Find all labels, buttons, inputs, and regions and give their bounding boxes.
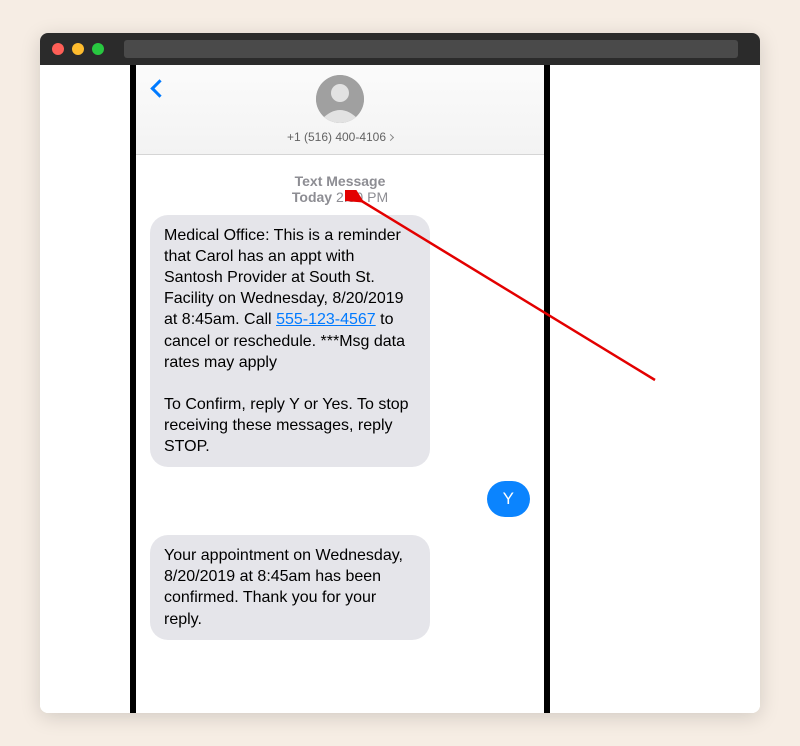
message-text: To Confirm, reply Y or Yes. To stop rece… (164, 396, 409, 455)
maximize-window-button[interactable] (92, 43, 104, 55)
incoming-message: Your appointment on Wednesday, 8/20/2019… (150, 535, 430, 639)
conversation-timestamp: Text Message Today 2:30 PM (136, 173, 544, 205)
outgoing-message-row: Y (150, 481, 530, 517)
contact-phone-number[interactable]: +1 (516) 400-4106 (287, 130, 393, 144)
content-area: +1 (516) 400-4106 Text Message Today 2:3… (40, 65, 760, 713)
phone-frame: +1 (516) 400-4106 Text Message Today 2:3… (130, 65, 550, 713)
window-titlebar (40, 33, 760, 65)
browser-window: +1 (516) 400-4106 Text Message Today 2:3… (40, 33, 760, 713)
person-icon (316, 75, 364, 123)
message-text: Your appointment on Wednesday, 8/20/2019… (164, 547, 403, 627)
traffic-lights (52, 43, 104, 55)
message-list: Medical Office: This is a reminder that … (136, 215, 544, 640)
close-window-button[interactable] (52, 43, 64, 55)
messages-header: +1 (516) 400-4106 (136, 65, 544, 155)
message-text: Y (503, 489, 514, 508)
minimize-window-button[interactable] (72, 43, 84, 55)
chevron-right-icon (387, 133, 394, 140)
incoming-message: Medical Office: This is a reminder that … (150, 215, 430, 467)
contact-avatar[interactable] (316, 75, 364, 123)
phone-link[interactable]: 555-123-4567 (276, 311, 376, 328)
url-bar[interactable] (124, 40, 738, 58)
text-message-label: Text Message (136, 173, 544, 189)
back-button[interactable] (144, 73, 174, 103)
chevron-left-icon (150, 79, 168, 97)
phone-number-text: +1 (516) 400-4106 (287, 130, 386, 144)
outgoing-message: Y (487, 481, 530, 517)
day-label: Today (292, 189, 332, 205)
time-label: 2:30 PM (336, 189, 388, 205)
